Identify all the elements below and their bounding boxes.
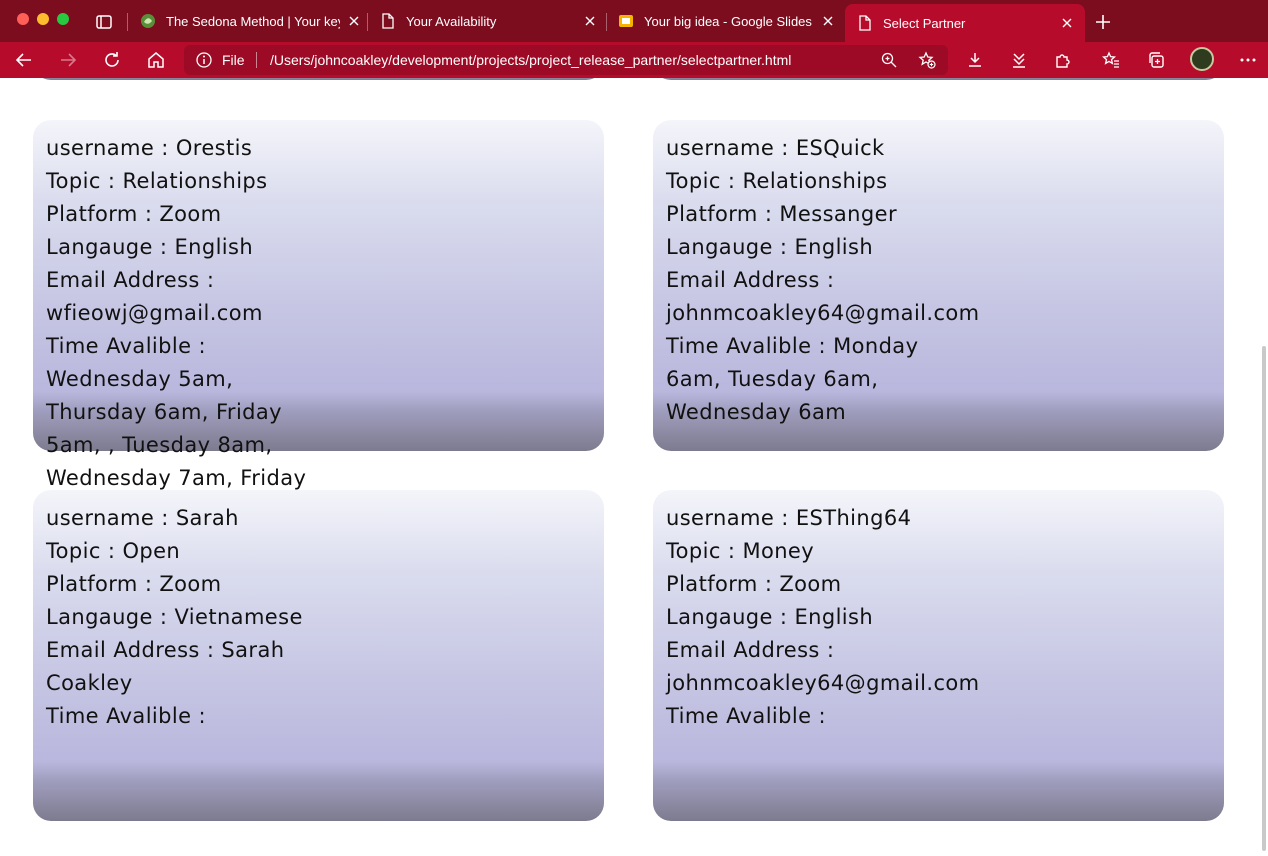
partner-details: username : Sarah Topic : Open Platform :… (46, 502, 316, 733)
globe-leaf-icon (140, 13, 156, 29)
partner-username: username : ESQuick (666, 136, 885, 160)
partner-time: Time Avalible : Monday 6am, Tuesday 6am,… (666, 334, 919, 424)
partner-card-offscreen[interactable] (653, 78, 1224, 80)
reload-icon[interactable] (102, 50, 122, 70)
partner-card[interactable]: username : Orestis Topic : Relationships… (33, 120, 604, 490)
tab-title: Select Partner (883, 15, 966, 31)
partner-email: Email Address : johnmcoakley64@gmail.com (666, 268, 980, 325)
partner-topic: Topic : Open (46, 539, 181, 563)
page-icon (857, 15, 873, 31)
partner-topic: Topic : Relationships (46, 169, 268, 193)
page-content: username : Orestis Topic : Relationships… (0, 78, 1268, 856)
partner-username: username : ESThing64 (666, 506, 912, 530)
tab-title: Your big idea - Google Slides (644, 13, 812, 29)
info-icon[interactable] (196, 52, 212, 68)
page-icon (380, 13, 396, 29)
tab-separator (127, 13, 128, 31)
tab-title: The Sedona Method | Your key (166, 13, 340, 29)
tab-sedona[interactable]: The Sedona Method | Your key (140, 0, 362, 42)
home-icon[interactable] (146, 50, 166, 70)
tab-separator (367, 13, 368, 31)
partner-details: username : ESQuick Topic : Relationships… (666, 132, 980, 429)
browser-toolbar: File /Users/johncoakley/development/proj… (0, 42, 1268, 78)
partner-card-offscreen[interactable] (33, 78, 604, 80)
scrollbar-thumb[interactable] (1262, 346, 1266, 851)
partner-language: Langauge : English (46, 235, 254, 259)
zoom-icon[interactable] (881, 52, 897, 68)
partner-platform: Platform : Zoom (666, 572, 842, 596)
address-scheme-label: File (222, 52, 245, 68)
favorites-icon[interactable] (1101, 50, 1121, 70)
address-separator (256, 52, 257, 68)
tab-strip: The Sedona Method | Your key Your Availa… (0, 0, 1268, 42)
tab-select-partner[interactable]: Select Partner (845, 4, 1085, 42)
window-maximize-button[interactable] (57, 13, 69, 25)
download-all-icon[interactable] (1009, 50, 1029, 70)
extensions-icon[interactable] (1053, 50, 1073, 70)
close-icon[interactable] (820, 13, 836, 29)
close-icon[interactable] (346, 13, 362, 29)
partner-platform: Platform : Zoom (46, 572, 222, 596)
partner-username: username : Sarah (46, 506, 239, 530)
vertical-scrollbar[interactable] (1260, 78, 1268, 856)
collections-icon[interactable] (1146, 50, 1166, 70)
window-close-button[interactable] (17, 13, 29, 25)
partner-language: Langauge : Vietnamese (46, 605, 303, 629)
window-minimize-button[interactable] (37, 13, 49, 25)
new-tab-button[interactable] (1093, 12, 1113, 32)
slides-icon (618, 13, 634, 29)
close-icon[interactable] (582, 13, 598, 29)
back-icon[interactable] (14, 50, 34, 70)
tab-google-slides[interactable]: Your big idea - Google Slides (618, 0, 836, 42)
partner-language: Langauge : English (666, 235, 874, 259)
tab-separator (606, 13, 607, 31)
partner-email: Email Address : johnmcoakley64@gmail.com (666, 638, 980, 695)
partner-topic: Topic : Money (666, 539, 815, 563)
partner-email: Email Address : wfieowj@gmail.com (46, 268, 263, 325)
more-menu-icon[interactable] (1238, 50, 1258, 70)
profile-avatar[interactable] (1190, 47, 1214, 71)
partner-card[interactable]: username : Sarah Topic : Open Platform :… (33, 490, 604, 821)
partner-time: Time Avalible : Wednesday 5am, Thursday … (46, 334, 307, 490)
add-favorite-icon[interactable] (918, 51, 936, 69)
partner-platform: Platform : Messanger (666, 202, 897, 226)
partner-language: Langauge : English (666, 605, 874, 629)
close-icon[interactable] (1059, 15, 1075, 31)
forward-icon[interactable] (58, 50, 78, 70)
tab-your-availability[interactable]: Your Availability (380, 0, 598, 42)
partner-email: Email Address : Sarah Coakley (46, 638, 285, 695)
partner-platform: Platform : Zoom (46, 202, 222, 226)
downloads-icon[interactable] (965, 50, 985, 70)
address-bar[interactable]: File /Users/johncoakley/development/proj… (184, 45, 948, 75)
partner-username: username : Orestis (46, 136, 253, 160)
tab-title: Your Availability (406, 13, 497, 29)
partner-topic: Topic : Relationships (666, 169, 888, 193)
partner-time: Time Avalible : (46, 704, 207, 728)
address-url[interactable]: /Users/johncoakley/development/projects/… (270, 52, 791, 68)
partner-card[interactable]: username : ESThing64 Topic : Money Platf… (653, 490, 1224, 821)
tab-actions-icon[interactable] (94, 12, 114, 32)
partner-details: username : Orestis Topic : Relationships… (46, 132, 316, 495)
partner-time: Time Avalible : (666, 704, 827, 728)
partner-details: username : ESThing64 Topic : Money Platf… (666, 502, 980, 733)
partner-card[interactable]: username : ESQuick Topic : Relationships… (653, 120, 1224, 451)
